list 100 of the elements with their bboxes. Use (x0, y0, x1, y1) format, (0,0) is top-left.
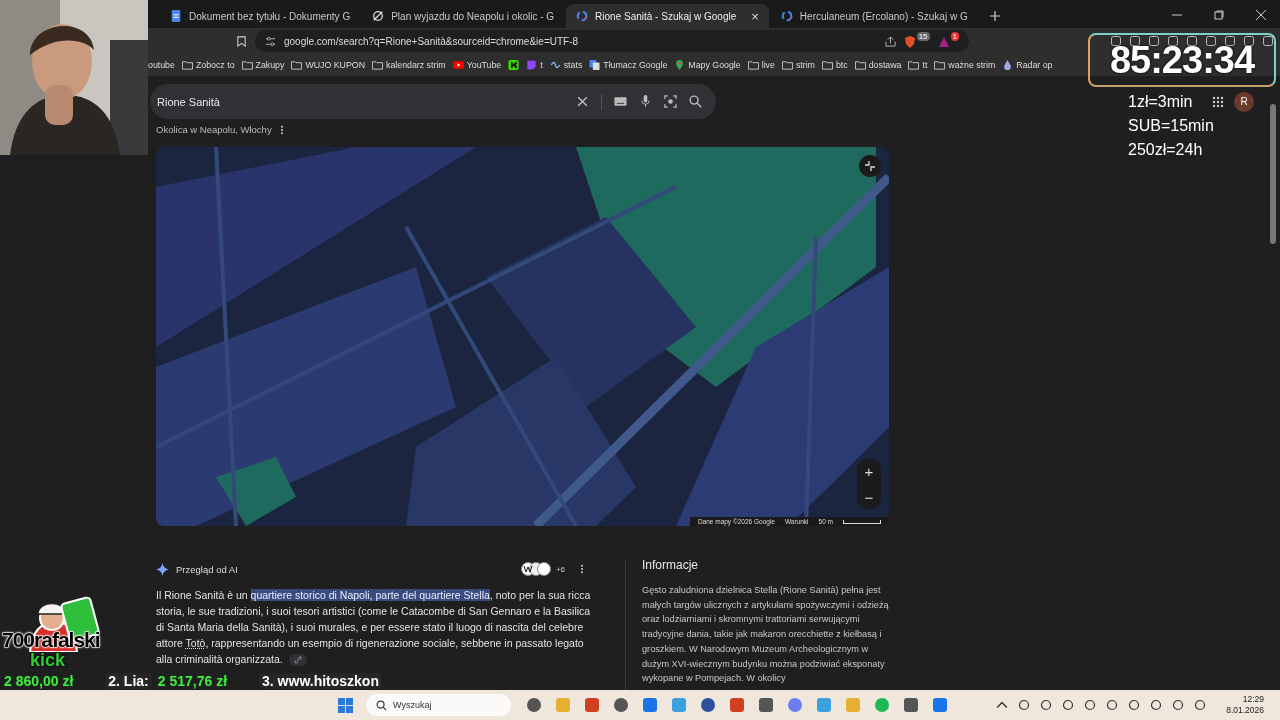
zoom-in-button[interactable]: + (857, 458, 881, 484)
bookmark[interactable]: YouTube (452, 60, 502, 70)
bookmark-icon[interactable] (236, 35, 247, 47)
triangle-icon[interactable] (937, 36, 950, 48)
bookmark[interactable]: kalendarz strim (372, 60, 446, 70)
scrollbar[interactable] (1270, 104, 1276, 244)
info-paragraph: Gęsto zaludniona dzielnica Stella (Rione Sanità) pełna jest małych targów ulicznych z artykułami spożywczymi i odzieżą oraz lodziarniami i skromnymi trattoriami serwującymi tradycyjne dania, takie jak makaron orecchiette z kiełbasą i groszkiem. W Narodowym Muzeum Archeologicznym w dużym XVI-wiecznym budynku można podziwiać eksponaty wykopane w Pompejach. W okolicy (642, 584, 890, 686)
app-icon[interactable] (584, 697, 600, 713)
account-avatar[interactable]: R (1234, 91, 1254, 112)
overlay-text: 250zł=24h (1128, 140, 1203, 160)
browser-tab[interactable]: Dokument bez tytułu - Dokumenty G (160, 4, 361, 28)
app-icon[interactable] (613, 697, 629, 713)
bookmark[interactable]: strim (781, 60, 815, 70)
microphone-icon[interactable] (639, 95, 652, 108)
tray-icon[interactable] (1062, 699, 1075, 711)
folder-icon (291, 60, 303, 70)
windows-logo-icon[interactable] (338, 697, 353, 713)
search-field[interactable]: Rione Sanità (150, 84, 716, 119)
bookmark[interactable] (508, 60, 520, 70)
more-icon[interactable] (580, 564, 584, 574)
tray-icon[interactable] (1018, 699, 1031, 711)
app-icon[interactable] (526, 697, 542, 713)
extension-icon[interactable] (1205, 35, 1217, 47)
apps-icon[interactable] (1212, 95, 1224, 108)
app-icon[interactable] (758, 697, 774, 713)
tray-icon[interactable] (1128, 699, 1141, 711)
ticker-label: 3. www.hitoszkon (259, 673, 382, 689)
tray-icon[interactable] (1172, 699, 1185, 711)
bookmark[interactable]: live (747, 60, 775, 70)
close-icon[interactable] (576, 95, 589, 108)
app-icon[interactable] (700, 697, 716, 713)
ticker-label: 2. Lia: (105, 673, 152, 689)
location-text: Okolica w Neapolu, Włochy (156, 124, 272, 135)
tray-icon[interactable] (1194, 699, 1207, 711)
extension-icon[interactable] (1262, 35, 1274, 47)
app-icon[interactable] (729, 697, 745, 713)
extension-icon[interactable] (1224, 35, 1236, 47)
folder-icon (854, 60, 866, 70)
bookmark[interactable]: dostawa (854, 60, 902, 70)
app-icon[interactable] (903, 697, 919, 713)
bookmark[interactable]: Radar op (1002, 60, 1053, 70)
bookmark[interactable]: ważne strim (934, 60, 996, 70)
tray-icon[interactable] (1150, 699, 1163, 711)
more-icon[interactable] (279, 124, 284, 135)
search-icon[interactable] (689, 95, 702, 108)
bookmark[interactable]: Mapy Google (674, 60, 741, 70)
badge: 1 (950, 32, 959, 41)
bookmark[interactable]: btc (821, 60, 848, 70)
bookmark[interactable]: outube (148, 60, 175, 70)
bookmark[interactable]: tt (908, 60, 928, 70)
overlay-text: 1zł=3min (1128, 92, 1193, 112)
extension-icon[interactable] (1110, 35, 1122, 47)
wave-icon (549, 60, 561, 70)
browser-tab[interactable]: Herculaneum (Ercolano) - Szukaj w G (770, 4, 978, 28)
app-icon[interactable] (932, 697, 948, 713)
shield-icon[interactable] (903, 36, 916, 48)
bookmark[interactable]: Zobocz to (181, 60, 235, 70)
zoom-out-button[interactable]: − (857, 484, 881, 510)
folder-icon (747, 60, 759, 70)
logo-name: 700rafalski (2, 628, 100, 652)
folder-icon (821, 60, 833, 70)
browser-tab[interactable]: Rione Sanità - Szukaj w Google × (566, 4, 769, 28)
search-icon (376, 699, 387, 711)
clock[interactable]: 12:29 8.01.2026 (1226, 694, 1264, 716)
tray-icon[interactable] (1040, 699, 1053, 711)
source-icons[interactable] (520, 562, 551, 576)
bookmark[interactable]: stats (549, 60, 583, 70)
taskbar-search-field[interactable]: Wyszukaj (366, 694, 511, 716)
folder-icon (181, 60, 193, 70)
restore-icon[interactable] (1214, 10, 1224, 20)
browser-tab[interactable]: Plan wyjazdu do Neapolu i okolic - G (362, 4, 565, 28)
tray-icon[interactable] (1084, 699, 1097, 711)
new-tab-icon[interactable] (989, 11, 1000, 21)
source-count[interactable]: +6 (555, 564, 565, 574)
link-icon[interactable] (288, 654, 307, 667)
badge: 15 (916, 32, 930, 41)
tray-icon[interactable] (1106, 699, 1119, 711)
extension-icon[interactable] (1148, 35, 1160, 47)
drop-icon (1002, 60, 1014, 70)
slashed-circle-icon (372, 10, 385, 22)
chat-bubble-icon (526, 60, 538, 70)
share-icon[interactable] (884, 35, 896, 47)
app-icon[interactable] (787, 697, 803, 713)
bookmark[interactable]: WUJO KUPON (291, 60, 366, 70)
keyboard-icon[interactable] (614, 95, 627, 108)
close-icon[interactable]: × (751, 8, 759, 24)
close-icon[interactable] (1256, 10, 1266, 20)
address-bar[interactable]: google.com/search?q=Rione+Sanità&sourceid=chrome&ie=UTF-8 15 1 (255, 30, 969, 52)
bookmark[interactable]: t (526, 60, 543, 70)
sparkle-icon (156, 562, 169, 576)
translate-icon (589, 60, 601, 70)
tune-icon (265, 35, 276, 47)
camera-icon[interactable] (664, 95, 677, 108)
overview-paragraph: Il Rione Sanità è un quartiere storico di Napoli, parte del quartiere Stella, noto per la sua ricca storia, le sue tradizioni, i suoi tesori artistici (come le Catacombe di San Gennaro e la Basilica di Santa Maria della Sanità), i suoi murales, e per essere stato il luogo di nascita del celebre attore Totò, rappresentando un esempio di rigenerazione sociale, sebbene in passato legato alla criminalità organizzata. (156, 588, 592, 667)
app-icon[interactable] (642, 697, 658, 713)
folder-icon (908, 60, 920, 70)
bookmark[interactable]: Zakupy (241, 60, 285, 70)
bookmark[interactable]: Tłumacz Google (589, 60, 668, 70)
chevron-up-icon[interactable] (996, 699, 1009, 711)
scale-bar (843, 519, 881, 524)
